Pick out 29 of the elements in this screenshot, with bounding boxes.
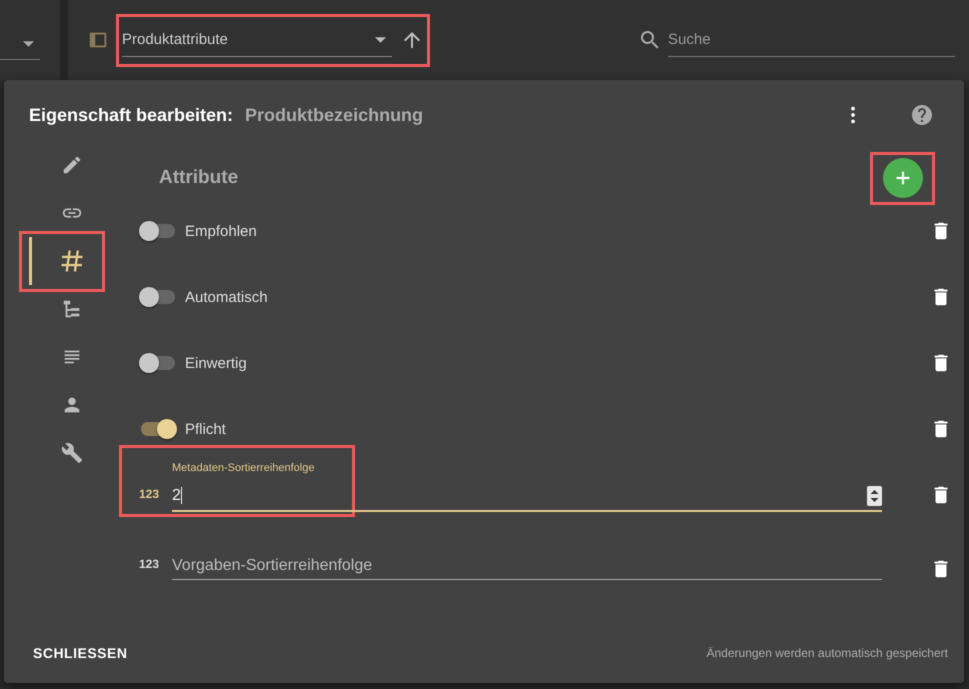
toggle-switch[interactable] <box>139 352 177 374</box>
field-label: Vorgaben-Sortierreihenfolge <box>172 557 374 575</box>
number-icon: 123 <box>139 557 172 571</box>
category-dropdown[interactable]: Produktattribute <box>122 24 392 56</box>
section-title: Attribute <box>159 167 240 189</box>
spinner-icon[interactable] <box>867 486 882 506</box>
toggle-label: Einwertig <box>185 354 247 372</box>
pencil-icon <box>61 154 83 176</box>
field-value: 2 <box>172 487 183 505</box>
dialog-title: Eigenschaft bearbeiten: <box>29 104 234 126</box>
close-button[interactable]: SCHLIESSEN <box>29 637 132 669</box>
toggle-switch[interactable] <box>139 220 177 242</box>
help-icon[interactable] <box>910 103 934 127</box>
caret-icon <box>375 36 386 42</box>
toggle-label: Automatisch <box>185 288 268 306</box>
toggle-switch[interactable] <box>139 418 177 440</box>
add-button[interactable] <box>882 158 922 198</box>
toggle-switch[interactable] <box>139 286 177 308</box>
toggle-label: Pflicht <box>185 420 226 438</box>
dialog-subject: Produktbezeichnung <box>245 104 424 126</box>
caret-icon <box>23 40 34 46</box>
number-field[interactable]: Vorgaben-Sortierreihenfolge <box>172 548 882 580</box>
number-icon: 123 <box>139 473 172 501</box>
search-field[interactable]: Suche <box>668 24 955 56</box>
wrench-icon <box>61 442 83 464</box>
number-field[interactable]: Metadaten-Sortierreihenfolge 2 <box>172 462 882 512</box>
autosave-note: Änderungen werden automatisch gespeichert <box>706 646 948 660</box>
field-label: Metadaten-Sortierreihenfolge <box>172 462 314 474</box>
toggle-label: Empfohlen <box>185 222 257 240</box>
